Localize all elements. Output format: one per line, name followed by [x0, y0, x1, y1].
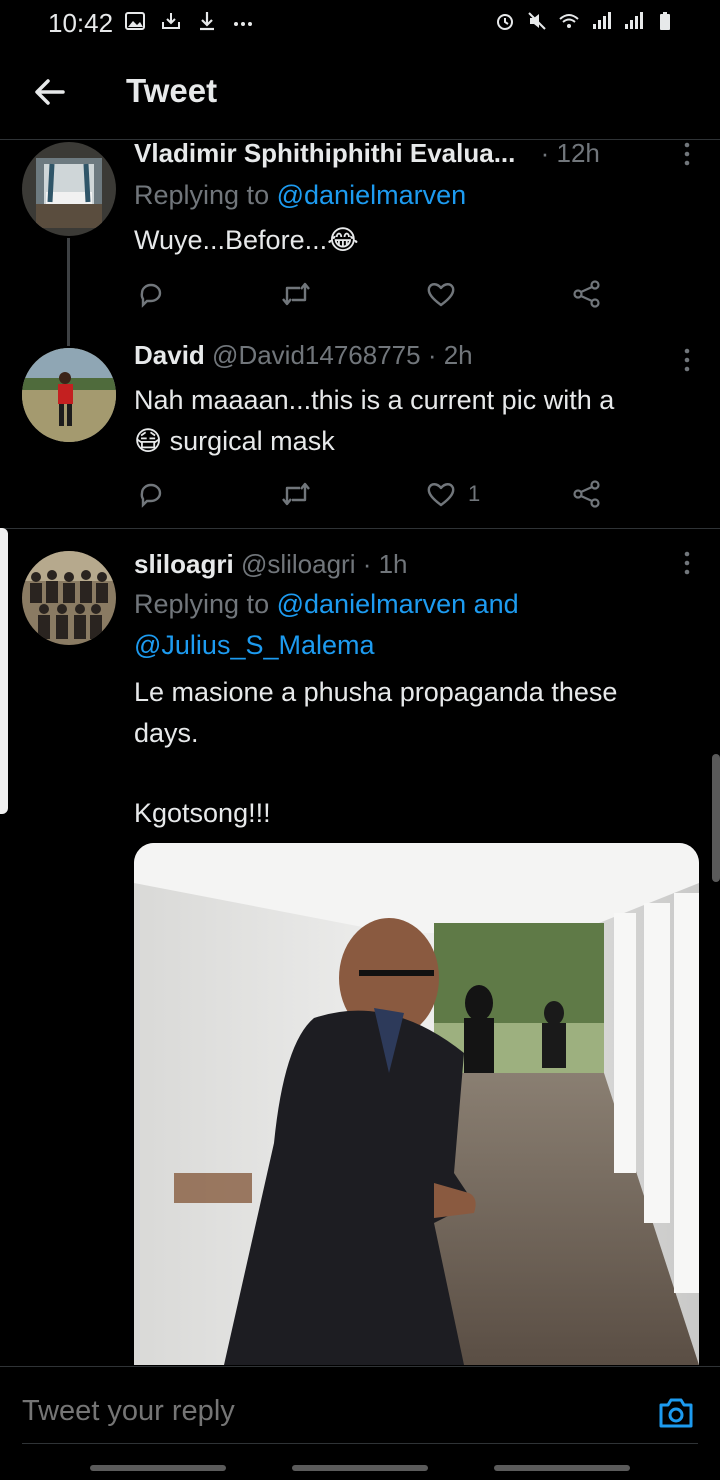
back-arrow-icon[interactable] [30, 72, 70, 112]
avatar[interactable] [22, 348, 116, 442]
signal-icon-2 [625, 12, 643, 29]
reply-composer [0, 1366, 720, 1480]
download-icon [200, 12, 214, 31]
tweet-text-line-1: Le masione a phusha propaganda these [134, 677, 618, 707]
download-tray-icon [162, 13, 180, 29]
tweet-time: · 1h [362, 549, 408, 579]
tweet-vladimir[interactable]: Vladimir Sphithiphithi Evalua... · 12h R… [0, 138, 720, 346]
author-name[interactable]: David [134, 340, 205, 370]
reply-input[interactable] [22, 1395, 582, 1428]
tweet-media-image[interactable] [134, 843, 699, 1365]
page-title: Tweet [126, 72, 218, 109]
gallery-icon [125, 12, 145, 30]
tweet-actions: 1 [134, 476, 614, 516]
reply-underline [22, 1443, 698, 1444]
share-icon[interactable] [572, 479, 602, 509]
tweet-text-line-2: days. [134, 718, 199, 748]
alarm-icon [497, 14, 513, 30]
avatar[interactable] [22, 551, 116, 645]
avatar-image [22, 551, 116, 645]
mute-icon [528, 12, 546, 30]
tweet-actions [134, 276, 614, 316]
more-options-icon[interactable] [682, 142, 692, 166]
status-bar: 10:42 [0, 0, 720, 44]
signal-icon [593, 12, 611, 29]
tweet-text-line-3: Kgotsong!!! [134, 798, 271, 828]
replying-to-link-2[interactable]: @Julius_S_Malema [134, 630, 375, 660]
like-count: 1 [468, 481, 481, 506]
status-time: 10:42 [48, 8, 114, 38]
tweet-text-line-1: Nah maaaan...this is a current pic with … [134, 385, 615, 415]
camera-icon[interactable] [656, 1393, 696, 1433]
thread-line [67, 238, 70, 346]
nav-pill-right [494, 1465, 630, 1471]
photo [134, 843, 699, 1365]
more-options-icon[interactable] [682, 551, 692, 575]
avatar-image [22, 142, 116, 236]
replying-to-label: Replying to [134, 180, 270, 210]
share-icon[interactable] [572, 279, 602, 309]
top-app-bar: Tweet [0, 44, 720, 140]
author-name[interactable]: Vladimir Sphithiphithi Evalua... [134, 138, 515, 168]
more-notifications-icon [234, 22, 252, 26]
tweet-time: · 2h [427, 340, 473, 370]
replying-to-label: Replying to [134, 589, 270, 619]
reply-icon[interactable] [136, 479, 166, 509]
replying-to-link[interactable]: @danielmarven [277, 589, 467, 619]
retweet-icon[interactable] [280, 279, 312, 309]
battery-icon [660, 12, 670, 30]
scrollbar[interactable] [712, 754, 720, 882]
avatar-image [22, 348, 116, 442]
replying-to-link[interactable]: @danielmarven [277, 180, 467, 210]
author-handle[interactable]: @David14768775 [212, 340, 421, 370]
tweet-text: Wuye...Before...😂 [134, 225, 359, 255]
like-icon[interactable] [426, 280, 456, 308]
retweet-icon[interactable] [280, 479, 312, 509]
tweet-time: · 12h [540, 138, 600, 168]
author-handle[interactable]: @sliloagri [241, 549, 356, 579]
more-options-icon[interactable] [682, 348, 692, 372]
nav-pill-left [90, 1465, 226, 1471]
replying-to-and[interactable]: and [474, 589, 519, 619]
like-icon[interactable] [426, 480, 456, 508]
tweet-text-line-2: 😷 surgical mask [134, 426, 335, 456]
reply-icon[interactable] [136, 279, 166, 309]
nav-pill-center [292, 1465, 428, 1471]
wifi-icon [559, 14, 579, 28]
author-name[interactable]: sliloagri [134, 549, 234, 579]
tweet-david[interactable]: David @David14768775 · 2h Nah maaaan...t… [0, 340, 720, 528]
avatar[interactable] [22, 142, 116, 236]
